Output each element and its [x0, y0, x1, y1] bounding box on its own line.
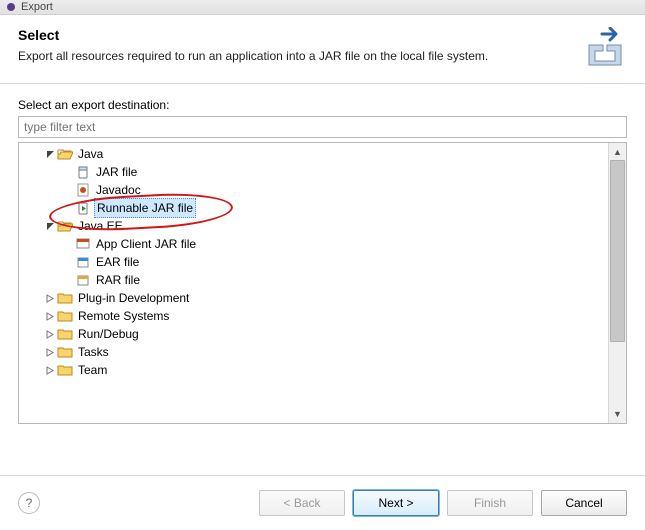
eclipse-icon	[6, 2, 16, 12]
tree-item-label: Plug-in Development	[76, 289, 191, 307]
tree-item[interactable]: Team	[19, 361, 609, 379]
tree-item-label: Java EE	[76, 217, 125, 235]
tree-item-label: RAR file	[94, 271, 142, 289]
expand-icon[interactable]	[43, 294, 57, 303]
destination-tree: JavaJAR fileJavadocRunnable JAR fileJava…	[18, 142, 627, 424]
wizard-body: Select an export destination: JavaJAR fi…	[0, 84, 645, 424]
finish-button[interactable]: Finish	[447, 490, 533, 516]
tree-item[interactable]: App Client JAR file	[19, 235, 609, 253]
tree-item-label: Javadoc	[94, 181, 143, 199]
tree-item-label: Runnable JAR file	[94, 198, 196, 218]
help-button[interactable]: ?	[18, 492, 40, 514]
cancel-button[interactable]: Cancel	[541, 490, 627, 516]
tree-item-label: Team	[76, 361, 109, 379]
scroll-thumb[interactable]	[610, 160, 625, 342]
next-button[interactable]: Next >	[353, 490, 439, 516]
tree-item-label: Java	[76, 145, 105, 163]
tree-item[interactable]: Run/Debug	[19, 325, 609, 343]
tree-item[interactable]: Java	[19, 145, 609, 163]
titlebar: Export	[0, 0, 645, 15]
destination-label: Select an export destination:	[18, 98, 627, 112]
jar-icon	[75, 164, 91, 180]
collapse-icon[interactable]	[43, 150, 57, 159]
tree-item[interactable]: EAR file	[19, 253, 609, 271]
folder-open-icon	[57, 146, 73, 162]
tree-item[interactable]: RAR file	[19, 271, 609, 289]
tree-item-label: Run/Debug	[76, 325, 141, 343]
tree-item[interactable]: Javadoc	[19, 181, 609, 199]
scroll-up-icon[interactable]: ▲	[610, 144, 625, 159]
expand-icon[interactable]	[43, 330, 57, 339]
folder-icon	[57, 362, 73, 378]
back-button[interactable]: < Back	[259, 490, 345, 516]
tree-item-label: EAR file	[94, 253, 141, 271]
button-bar: ? < Back Next > Finish Cancel	[0, 475, 645, 530]
ear-icon	[75, 254, 91, 270]
expand-icon[interactable]	[43, 366, 57, 375]
scrollbar[interactable]: ▲ ▼	[608, 143, 626, 423]
tree-item[interactable]: Java EE	[19, 217, 609, 235]
tree-item[interactable]: Runnable JAR file	[19, 199, 609, 217]
window-title: Export	[21, 1, 53, 13]
filter-input[interactable]	[18, 116, 627, 138]
tree-item-label: Tasks	[76, 343, 111, 361]
tree-item[interactable]: Remote Systems	[19, 307, 609, 325]
wizard-header: Select Export all resources required to …	[0, 15, 645, 84]
scroll-down-icon[interactable]: ▼	[610, 406, 625, 421]
tree-item-label: JAR file	[94, 163, 139, 181]
folder-icon	[57, 326, 73, 342]
page-title: Select	[18, 27, 573, 43]
folder-open-icon	[57, 218, 73, 234]
tree-item[interactable]: Plug-in Development	[19, 289, 609, 307]
javadoc-icon	[75, 182, 91, 198]
export-dialog: Export Select Export all resources requi…	[0, 0, 645, 530]
app-client-icon	[75, 236, 91, 252]
expand-icon[interactable]	[43, 312, 57, 321]
tree-item-label: App Client JAR file	[94, 235, 198, 253]
runnable-jar-icon	[75, 200, 91, 216]
page-description: Export all resources required to run an …	[18, 49, 573, 63]
folder-icon	[57, 308, 73, 324]
collapse-icon[interactable]	[43, 222, 57, 231]
folder-icon	[57, 344, 73, 360]
rar-icon	[75, 272, 91, 288]
tree-item-label: Remote Systems	[76, 307, 171, 325]
folder-icon	[57, 290, 73, 306]
tree-item[interactable]: JAR file	[19, 163, 609, 181]
export-icon	[583, 27, 627, 71]
tree-item[interactable]: Tasks	[19, 343, 609, 361]
expand-icon[interactable]	[43, 348, 57, 357]
